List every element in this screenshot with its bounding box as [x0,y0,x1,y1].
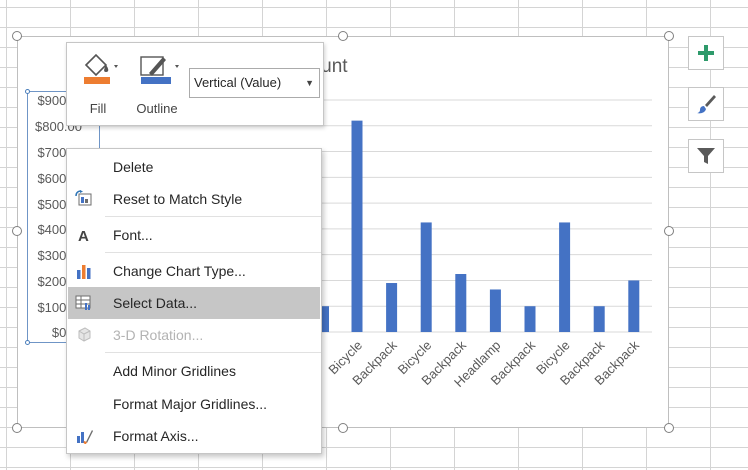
y-tick-label: $400. [37,222,70,237]
resize-handle-bottom[interactable] [338,423,348,433]
funnel-icon [697,148,715,164]
bar[interactable] [489,289,501,332]
menu-item-font[interactable]: A Font... [68,219,320,251]
menu-item-select-data[interactable]: Select Data... [68,287,320,319]
menu-item-label: Change Chart Type... [113,263,246,279]
menu-separator [105,216,321,217]
chart-type-icon [77,265,91,279]
resize-handle-left[interactable] [12,226,22,236]
bar[interactable] [628,280,640,332]
select-data-icon [75,295,91,310]
menu-item-label: Format Axis... [113,428,199,444]
context-menu: Delete Reset to Match Style A Font... Ch… [66,148,322,454]
resize-handle-top-left[interactable] [12,31,22,41]
menu-item-format-major-gridlines[interactable]: Format Major Gridlines... [68,388,320,420]
menu-item-format-axis[interactable]: Format Axis... [68,420,320,452]
y-tick-label: $100. [37,300,70,315]
menu-separator [105,252,321,253]
y-tick-label: $900. [37,93,70,108]
font-icon: A [78,228,89,244]
y-tick-label: $600. [37,171,70,186]
y-tick-label: $700. [37,145,70,160]
bar[interactable] [455,274,467,332]
menu-item-reset-to-match-style[interactable]: Reset to Match Style [68,183,320,215]
chart-element-selector[interactable]: Vertical (Value) ▼ [189,68,320,98]
resize-handle-right[interactable] [664,226,674,236]
chevron-down-icon: ▼ [305,78,314,88]
resize-handle-bottom-left[interactable] [12,423,22,433]
y-tick-label: $200. [37,274,70,289]
bar[interactable] [386,283,398,332]
outline-button[interactable]: Outline [127,49,187,119]
menu-item-label: Delete [113,159,154,175]
outline-pen-icon [140,56,179,84]
menu-item-label: Format Major Gridlines... [113,396,268,412]
axis-handle-bottom[interactable] [25,340,30,345]
resize-handle-bottom-right[interactable] [664,423,674,433]
fill-label: Fill [89,101,107,116]
bar[interactable] [524,306,536,332]
menu-item-label: Add Minor Gridlines [113,363,236,379]
fill-button[interactable]: Fill [71,49,125,119]
format-axis-icon [77,430,93,444]
bar-partial[interactable] [322,306,329,332]
resize-handle-top[interactable] [338,31,348,41]
bar[interactable] [559,222,571,332]
resize-handle-top-right[interactable] [664,31,674,41]
menu-item-label: Reset to Match Style [113,191,243,207]
y-tick-label: $500. [37,197,70,212]
chart-elements-button[interactable] [688,36,724,70]
menu-item-delete[interactable]: Delete [68,151,320,183]
outline-label: Outline [136,101,178,116]
format-mini-toolbar: Fill Outline Vertical (Value) ▼ [66,42,324,126]
menu-item-3d-rotation: 3-D Rotation... [68,319,320,351]
y-tick-label: $0. [51,325,70,340]
chart-element-selector-value: Vertical (Value) [194,75,282,90]
bar[interactable] [420,222,432,332]
menu-item-label: 3-D Rotation... [113,327,204,343]
bar[interactable] [351,120,363,332]
reset-style-icon [75,190,92,206]
menu-item-label: Font... [113,227,153,243]
menu-item-add-minor-gridlines[interactable]: Add Minor Gridlines [68,355,320,387]
cube-icon [78,327,91,342]
menu-separator [105,352,321,353]
bar[interactable] [593,306,605,332]
fill-bucket-icon [84,53,118,84]
plus-icon [698,45,714,61]
menu-item-change-chart-type[interactable]: Change Chart Type... [68,255,320,287]
svg-text:A: A [78,228,89,244]
menu-item-label: Select Data... [113,295,198,311]
y-tick-label: $300. [37,248,70,263]
brush-icon [697,95,716,114]
chart-styles-button[interactable] [688,87,724,121]
chart-filters-button[interactable] [688,139,724,173]
